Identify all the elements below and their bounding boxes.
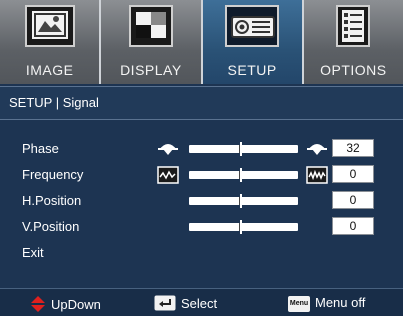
footer-updown: UpDown (30, 295, 101, 316)
row-label: Frequency (22, 167, 84, 182)
tab-bar: IMAGE DISPLAY SETUP OPTIONS (0, 0, 403, 84)
footer-menu-off: Menu Menu off (288, 295, 365, 312)
footer-help-bar: UpDown Select Menu Menu off (0, 288, 403, 316)
options-icon (331, 5, 375, 54)
frequency-decrease-icon[interactable] (157, 166, 179, 189)
display-icon (126, 5, 176, 54)
h-position-value: 0 (332, 191, 374, 209)
exit-label: Exit (22, 245, 44, 260)
row-label: Phase (22, 141, 59, 156)
tab-label: IMAGE (25, 62, 74, 78)
frequency-value: 0 (332, 165, 374, 183)
tab-image[interactable]: IMAGE (0, 0, 100, 84)
frequency-slider[interactable] (189, 168, 298, 182)
frequency-increase-icon[interactable] (306, 166, 328, 189)
v-position-slider[interactable] (189, 220, 298, 234)
menu-row-frequency[interactable]: Frequency 0 (0, 163, 403, 187)
tab-options[interactable]: OPTIONS (303, 0, 403, 84)
slider-handle[interactable] (239, 220, 243, 234)
section-header: SETUP | Signal (0, 86, 403, 120)
menu-row-phase[interactable]: Phase 32 (0, 137, 403, 161)
row-label: H.Position (22, 193, 82, 208)
slider-handle[interactable] (239, 142, 243, 156)
phase-slider[interactable] (189, 142, 298, 156)
tab-label: SETUP (227, 62, 277, 78)
phase-decrease-icon[interactable] (157, 140, 179, 161)
footer-select: Select (154, 295, 217, 314)
row-label: V.Position (22, 219, 80, 234)
projector-icon (224, 5, 280, 54)
phase-increase-icon[interactable] (306, 140, 328, 161)
menu-row-exit[interactable]: Exit (0, 241, 403, 265)
tab-display[interactable]: DISPLAY (101, 0, 201, 84)
h-position-slider[interactable] (189, 194, 298, 208)
phase-value: 32 (332, 139, 374, 157)
slider-handle[interactable] (239, 168, 243, 182)
image-icon (24, 5, 75, 54)
tab-label: DISPLAY (120, 62, 182, 78)
up-down-arrow-icon (30, 295, 46, 316)
enter-key-icon (154, 295, 176, 314)
menu-row-v-position[interactable]: V.Position 0 (0, 215, 403, 239)
menu-key-label: Menu (289, 299, 309, 307)
menu-row-h-position[interactable]: H.Position 0 (0, 189, 403, 213)
tab-setup[interactable]: SETUP (202, 0, 302, 84)
footer-menu-off-label: Menu off (315, 295, 366, 310)
slider-handle[interactable] (239, 194, 243, 208)
footer-updown-label: UpDown (51, 296, 101, 312)
osd-menu: IMAGE DISPLAY SETUP OPTIONS SETUP | Sign… (0, 0, 403, 316)
tab-label: OPTIONS (320, 62, 387, 78)
page-title: SETUP | Signal (9, 95, 99, 110)
v-position-value: 0 (332, 217, 374, 235)
footer-select-label: Select (181, 295, 218, 311)
menu-key-icon: Menu (288, 295, 310, 312)
